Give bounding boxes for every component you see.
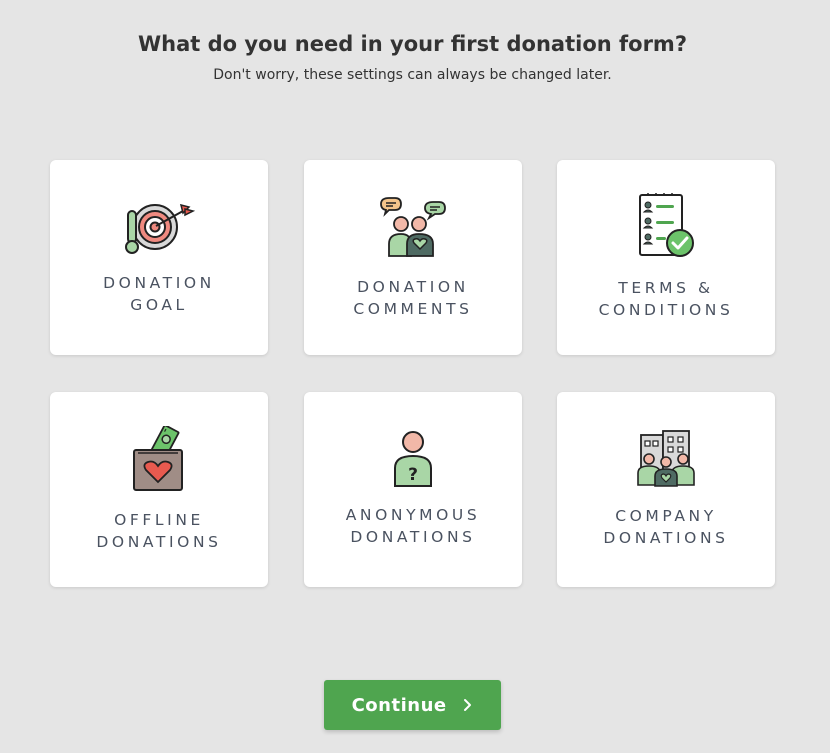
company-people-icon xyxy=(637,430,695,487)
option-label: DONATION GOAL xyxy=(103,274,215,314)
option-label: COMPANY DONATIONS xyxy=(603,507,729,547)
option-card-anonymous-donations[interactable]: ? ANONYMOUS DONATIONS xyxy=(304,392,522,587)
option-card-donation-goal[interactable]: DONATION GOAL xyxy=(50,160,268,355)
page-title: What do you need in your first donation … xyxy=(137,32,687,56)
option-card-terms-conditions[interactable]: TERMS & CONDITIONS xyxy=(557,160,775,355)
target-thermometer-icon xyxy=(125,203,195,254)
svg-text:?: ? xyxy=(408,465,418,485)
chevron-right-icon xyxy=(463,695,473,716)
people-chat-icon xyxy=(380,197,446,257)
onboarding-page: What do you need in your first donation … xyxy=(0,0,830,753)
continue-label: Continue xyxy=(351,694,447,716)
page-subtitle: Don't worry, these settings can always b… xyxy=(213,67,612,83)
option-label: DONATION COMMENTS xyxy=(353,278,473,318)
anonymous-person-icon: ? xyxy=(394,431,432,487)
option-label: OFFLINE DONATIONS xyxy=(96,511,222,551)
cash-box-icon xyxy=(133,426,183,491)
option-label: ANONYMOUS DONATIONS xyxy=(345,506,481,546)
option-label: TERMS & CONDITIONS xyxy=(598,279,734,319)
option-card-offline-donations[interactable]: OFFLINE DONATIONS xyxy=(50,392,268,587)
option-card-donation-comments[interactable]: DONATION COMMENTS xyxy=(304,160,522,355)
continue-button[interactable]: Continue xyxy=(324,680,501,730)
option-card-company-donations[interactable]: COMPANY DONATIONS xyxy=(557,392,775,587)
checklist-icon xyxy=(639,193,694,257)
